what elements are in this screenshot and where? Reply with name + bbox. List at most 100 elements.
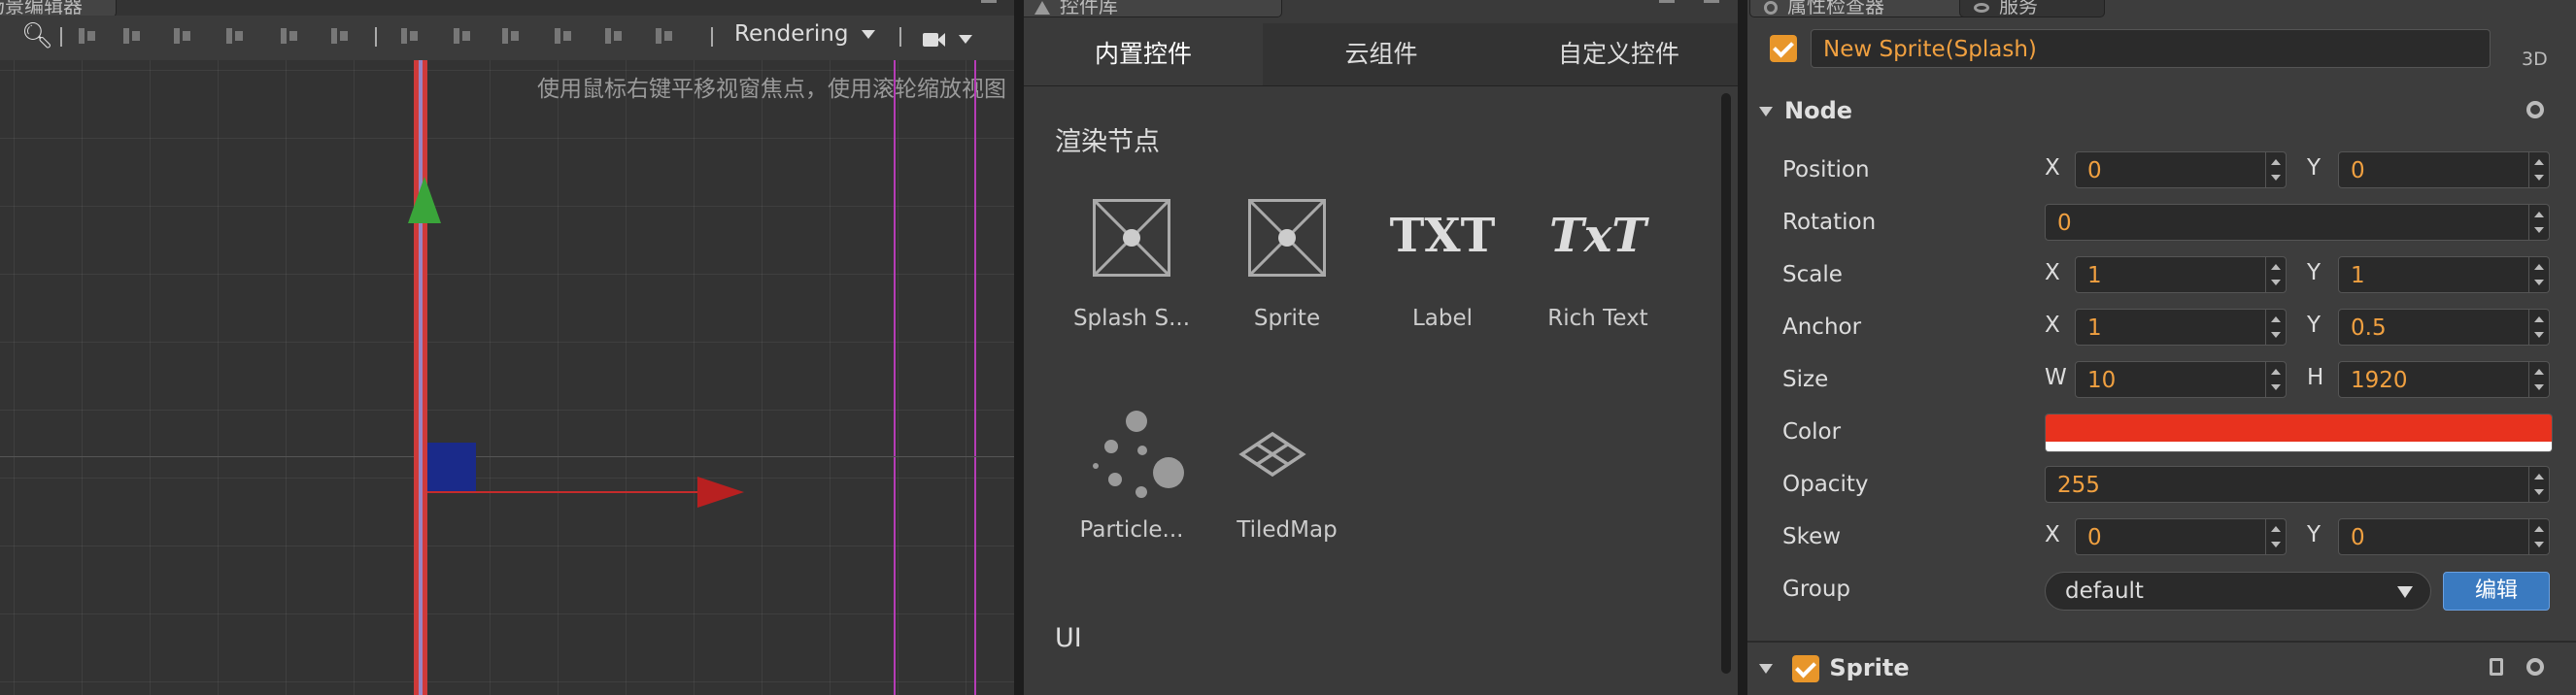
stepper-icon[interactable] bbox=[2528, 205, 2549, 240]
panel-menu-icon[interactable] bbox=[1704, 0, 1719, 3]
position-y-input[interactable]: 0 bbox=[2338, 151, 2550, 188]
distribute-right-icon[interactable] bbox=[653, 25, 674, 47]
node-section-title: Node bbox=[1784, 97, 1853, 124]
scene-viewport[interactable] bbox=[0, 60, 1014, 695]
gizmo-y-arrow-icon[interactable] bbox=[408, 177, 441, 223]
gear-icon[interactable] bbox=[2526, 101, 2544, 118]
anchor-y-value: 0.5 bbox=[2351, 315, 2387, 341]
tiledmap-icon bbox=[1238, 431, 1306, 478]
sprite-section-header[interactable]: Sprite bbox=[1759, 645, 2565, 691]
anchor-y-input[interactable]: 0.5 bbox=[2338, 309, 2550, 346]
control-item-rich-text[interactable]: TxT Rich Text bbox=[1525, 189, 1671, 345]
distribute-bottom-icon[interactable] bbox=[499, 25, 521, 47]
rich-text-icon: TxT bbox=[1548, 209, 1647, 263]
node-active-checkbox[interactable] bbox=[1770, 35, 1797, 62]
gear-icon[interactable] bbox=[2526, 658, 2544, 676]
section-ui: UI bbox=[1055, 623, 1082, 653]
skew-x-label: X bbox=[2045, 522, 2060, 547]
selected-sprite-node[interactable] bbox=[414, 60, 427, 695]
align-vcenter-icon[interactable] bbox=[278, 25, 299, 47]
distribute-vcenter-icon[interactable] bbox=[451, 25, 472, 47]
chevron-down-icon bbox=[2397, 586, 2413, 598]
size-w-input[interactable]: 10 bbox=[2075, 361, 2287, 398]
anchor-y-label: Y bbox=[2307, 313, 2322, 338]
distribute-hcenter-icon[interactable] bbox=[602, 25, 624, 47]
sprite-icon bbox=[1248, 199, 1326, 277]
align-right-icon[interactable] bbox=[171, 25, 192, 47]
align-bottom-icon[interactable] bbox=[328, 25, 350, 47]
maximize-icon[interactable] bbox=[1659, 0, 1675, 3]
scale-y-input[interactable]: 1 bbox=[2338, 256, 2550, 293]
control-item-sprite[interactable]: Sprite bbox=[1214, 189, 1360, 345]
color-picker[interactable] bbox=[2045, 414, 2553, 452]
stepper-icon[interactable] bbox=[2528, 152, 2549, 187]
size-w-label: W bbox=[2045, 365, 2067, 390]
group-select[interactable]: default bbox=[2045, 572, 2431, 611]
stepper-icon[interactable] bbox=[2528, 362, 2549, 397]
tab-custom[interactable]: 自定义控件 bbox=[1500, 23, 1738, 85]
alpha-bar bbox=[2046, 442, 2552, 451]
skew-label: Skew bbox=[1782, 524, 1842, 549]
distribute-left-icon[interactable] bbox=[552, 25, 573, 47]
node-name-input[interactable]: New Sprite(Splash) bbox=[1811, 29, 2491, 68]
edit-group-button[interactable]: 编辑 bbox=[2443, 572, 2550, 611]
stepper-icon[interactable] bbox=[2265, 257, 2286, 292]
collapse-triangle-icon bbox=[1759, 664, 1773, 674]
book-help-icon[interactable] bbox=[2490, 658, 2503, 676]
rotation-input[interactable]: 0 bbox=[2045, 204, 2550, 241]
stepper-icon[interactable] bbox=[2265, 362, 2286, 397]
tab-builtin[interactable]: 内置控件 bbox=[1024, 23, 1264, 85]
render-mode-dropdown[interactable]: Rendering bbox=[734, 21, 876, 47]
stepper-icon[interactable] bbox=[2528, 467, 2549, 502]
control-item-label[interactable]: TXT Label bbox=[1370, 189, 1515, 345]
scale-x-value: 1 bbox=[2087, 263, 2102, 288]
align-top-icon[interactable] bbox=[223, 25, 245, 47]
position-label: Position bbox=[1782, 157, 1870, 182]
gizmo-x-axis[interactable] bbox=[427, 491, 704, 493]
control-item-splash-sprite[interactable]: Splash S... bbox=[1059, 189, 1204, 345]
stepper-icon[interactable] bbox=[2265, 519, 2286, 554]
stepper-icon[interactable] bbox=[2528, 519, 2549, 554]
position-x-input[interactable]: 0 bbox=[2075, 151, 2287, 188]
group-value: default bbox=[2065, 579, 2144, 604]
library-scrollbar[interactable] bbox=[1721, 93, 1731, 674]
size-h-input[interactable]: 1920 bbox=[2338, 361, 2550, 398]
camera-dropdown[interactable] bbox=[923, 29, 972, 48]
sprite-enabled-checkbox[interactable] bbox=[1792, 655, 1820, 682]
anchor-x-input[interactable]: 1 bbox=[2075, 309, 2287, 346]
align-hcenter-icon[interactable] bbox=[120, 25, 142, 47]
library-icon bbox=[1034, 0, 1050, 15]
3d-toggle[interactable]: 3D bbox=[2522, 49, 2548, 70]
gizmo-x-arrow-icon[interactable] bbox=[697, 477, 744, 508]
distribute-top-icon[interactable] bbox=[398, 25, 420, 47]
align-left-icon[interactable] bbox=[76, 25, 97, 47]
tab-label: 内置控件 bbox=[1094, 40, 1192, 68]
panel-divider[interactable] bbox=[1014, 0, 1024, 695]
skew-y-input[interactable]: 0 bbox=[2338, 518, 2550, 555]
skew-x-input[interactable]: 0 bbox=[2075, 518, 2287, 555]
control-item-particle[interactable]: Particle... bbox=[1059, 401, 1204, 556]
opacity-input[interactable]: 255 bbox=[2045, 466, 2550, 503]
toolbar-separator bbox=[899, 27, 901, 47]
tab-cloud[interactable]: 云组件 bbox=[1263, 23, 1501, 85]
scale-y-label: Y bbox=[2307, 260, 2322, 285]
stepper-icon[interactable] bbox=[2265, 310, 2286, 345]
anchor-handle[interactable] bbox=[427, 443, 476, 491]
panel-menu-icon[interactable] bbox=[981, 0, 997, 3]
scale-x-input[interactable]: 1 bbox=[2075, 256, 2287, 293]
scale-x-label: X bbox=[2045, 260, 2060, 285]
toolbar-separator bbox=[60, 27, 62, 47]
stepper-icon[interactable] bbox=[2265, 152, 2286, 187]
splash-sprite-icon bbox=[1093, 199, 1170, 277]
control-library-tab[interactable]: 控件库 bbox=[1024, 0, 1282, 17]
panel-divider[interactable] bbox=[1738, 0, 1747, 695]
search-icon[interactable]: 🔍︎ bbox=[21, 21, 53, 50]
stepper-icon[interactable] bbox=[2528, 257, 2549, 292]
section-render-nodes: 渲染节点 bbox=[1055, 127, 1160, 157]
design-resolution-line bbox=[894, 60, 896, 695]
rotation-label: Rotation bbox=[1782, 210, 1877, 235]
node-section-header[interactable]: Node bbox=[1759, 87, 2565, 134]
stepper-icon[interactable] bbox=[2528, 310, 2549, 345]
control-item-tiledmap[interactable]: TiledMap bbox=[1214, 401, 1360, 556]
rotation-value: 0 bbox=[2057, 211, 2072, 236]
